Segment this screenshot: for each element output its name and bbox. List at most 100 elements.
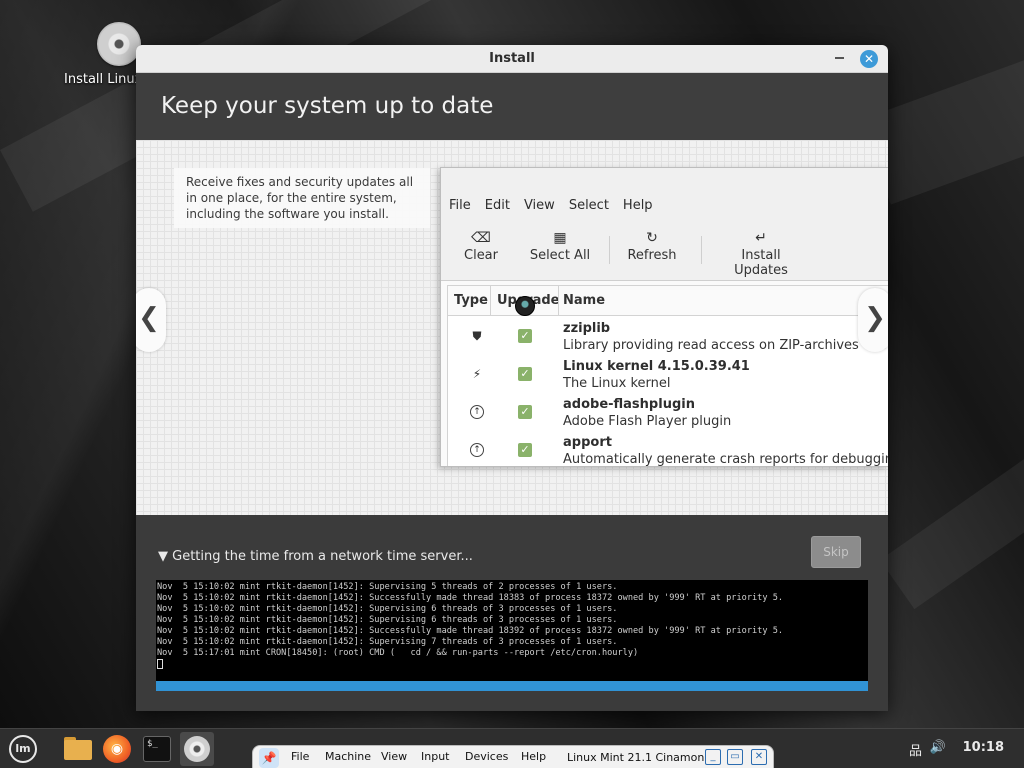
package-description: Adobe Flash Player plugin — [563, 414, 732, 429]
arrow-up-icon: ↑ — [470, 405, 484, 419]
clear-label: Clear — [464, 248, 498, 263]
minimize-icon[interactable] — [835, 57, 844, 59]
log-line: Nov 5 15:10:02 mint rtkit-daemon[1452]: … — [157, 626, 784, 636]
package-name: Linux kernel 4.15.0.39.41 — [563, 359, 750, 374]
vbox-menu-machine[interactable]: Machine — [325, 750, 371, 763]
firefox-icon: ◉ — [103, 735, 131, 763]
select-all-label: Select All — [529, 248, 591, 263]
package-name: apport — [563, 435, 612, 450]
install-updates-label: Install Updates — [734, 248, 788, 278]
taskbar: lm ◉ $_ 📌 File Machine View Input Device… — [0, 728, 1024, 768]
install-window-taskbar-button[interactable] — [180, 732, 214, 766]
background-streak — [880, 387, 1024, 610]
checkbox-checked-icon: ✓ — [518, 443, 532, 457]
network-icon[interactable]: 品 — [909, 740, 922, 759]
vm-title: Linux Mint 21.1 Cinamon — [567, 751, 705, 764]
package-description: Automatically generate crash reports for… — [563, 452, 888, 467]
toolbar-separator — [609, 236, 610, 264]
close-icon[interactable]: ✕ — [860, 50, 878, 68]
toolbar-separator — [701, 236, 702, 264]
page-title: Keep your system up to date — [136, 73, 888, 140]
window-title: Install — [489, 51, 535, 66]
disc-icon — [97, 22, 141, 66]
checkbox-checked-icon: ✓ — [518, 405, 532, 419]
log-line: Nov 5 15:10:02 mint rtkit-daemon[1452]: … — [157, 637, 618, 647]
table-row: ⚡ ✓ Linux kernel 4.15.0.39.41 The Linux … — [448, 355, 888, 393]
slide-description: Receive fixes and security updates all i… — [174, 168, 430, 228]
status-text: Getting the time from a network time ser… — [172, 549, 473, 564]
clear-tool: ⌫ Clear — [463, 228, 499, 263]
clock[interactable]: 10:18 — [963, 740, 1004, 755]
vbox-menu-view[interactable]: View — [381, 750, 407, 763]
vbox-menu-input[interactable]: Input — [421, 750, 449, 763]
terminal-launcher[interactable]: $_ — [140, 732, 174, 766]
status-expander[interactable]: ▼ Getting the time from a network time s… — [158, 549, 473, 564]
progress-area: ▼ Getting the time from a network time s… — [136, 515, 888, 711]
progress-bar — [156, 681, 868, 691]
column-separator — [490, 286, 491, 316]
column-name: Name — [563, 293, 606, 308]
column-separator — [558, 286, 559, 316]
checkbox-checked-icon: ✓ — [518, 329, 532, 343]
mint-logo-icon: lm — [9, 735, 37, 763]
virtualbox-minitoolbar: 📌 File Machine View Input Devices Help L… — [252, 745, 774, 768]
package-description: The Linux kernel — [563, 376, 671, 391]
update-manager-menubar: File Edit View Select Help — [449, 198, 667, 213]
window-titlebar[interactable]: Install ✕ — [136, 45, 888, 73]
slideshow: Receive fixes and security updates all i… — [136, 140, 888, 515]
restore-icon[interactable]: ▭ — [727, 749, 743, 765]
update-manager-toolbar: ⌫ Clear ▦ Select All ↻ Refresh ↵ Install… — [441, 228, 888, 278]
skip-button[interactable]: Skip — [811, 536, 861, 568]
select-all-icon: ▦ — [553, 230, 567, 246]
select-all-tool: ▦ Select All — [529, 228, 591, 263]
package-name: adobe-flashplugin — [563, 397, 695, 412]
terminal-icon: $_ — [143, 736, 171, 762]
package-description: Library providing read access on ZIP-arc… — [563, 338, 888, 353]
menu-select: Select — [568, 198, 609, 213]
checkbox-checked-icon: ✓ — [518, 367, 532, 381]
refresh-tool: ↻ Refresh — [627, 228, 677, 263]
mouse-cursor-icon — [515, 296, 535, 316]
disc-icon — [184, 736, 210, 762]
backspace-icon: ⌫ — [471, 230, 491, 246]
log-line: Nov 5 15:10:02 mint rtkit-daemon[1452]: … — [157, 593, 784, 603]
previous-slide-button[interactable]: ❮ — [136, 288, 166, 352]
refresh-icon: ↻ — [646, 230, 658, 246]
menu-view: View — [523, 198, 555, 213]
vbox-menu-devices[interactable]: Devices — [465, 750, 508, 763]
triangle-down-icon: ▼ — [158, 549, 168, 564]
firefox-launcher[interactable]: ◉ — [100, 732, 134, 766]
package-name: zziplib — [563, 321, 611, 336]
table-row: ↑ ✓ adobe-flashplugin Adobe Flash Player… — [448, 393, 888, 431]
table-row: ↑ ✓ apport Automatically generate crash … — [448, 431, 888, 467]
table-header: Type Upgrade Name — [448, 286, 888, 316]
menu-edit: Edit — [484, 198, 510, 213]
shield-icon: ⛊ — [472, 329, 482, 343]
pin-icon[interactable]: 📌 — [259, 748, 279, 768]
log-line: Nov 5 15:17:01 mint CRON[18450]: (root) … — [157, 648, 639, 658]
update-manager-screenshot: File Edit View Select Help ⌫ Clear ▦ Select … — [440, 167, 888, 467]
files-launcher[interactable] — [60, 732, 94, 766]
log-line: Nov 5 15:10:02 mint rtkit-daemon[1452]: … — [157, 582, 618, 592]
folder-icon — [64, 740, 92, 760]
log-line: Nov 5 15:10:02 mint rtkit-daemon[1452]: … — [157, 615, 618, 625]
bolt-icon: ⚡ — [472, 367, 482, 381]
vbox-menu-help[interactable]: Help — [521, 750, 546, 763]
mint-menu-button[interactable]: lm — [6, 732, 40, 766]
return-icon: ↵ — [755, 230, 767, 246]
menu-help: Help — [622, 198, 653, 213]
install-log: Nov 5 15:10:02 mint rtkit-daemon[1452]: … — [156, 580, 868, 691]
log-line: Nov 5 15:10:02 mint rtkit-daemon[1452]: … — [157, 604, 618, 614]
next-slide-button[interactable]: ❯ — [858, 288, 888, 352]
close-icon[interactable]: ✕ — [751, 749, 767, 765]
table-row: ⛊ ✓ zziplib Library providing read acces… — [448, 317, 888, 355]
install-updates-tool: ↵ Install Updates — [715, 228, 807, 278]
updates-table: Type Upgrade Name ⛊ ✓ zziplib Library pr… — [447, 285, 888, 467]
install-window: Install ✕ Keep your system up to date Re… — [136, 45, 888, 711]
column-type: Type — [454, 293, 488, 308]
menu-file: File — [449, 198, 471, 213]
arrow-up-icon: ↑ — [470, 443, 484, 457]
vbox-menu-file[interactable]: File — [291, 750, 309, 763]
minimize-icon[interactable]: _ — [705, 749, 721, 765]
volume-icon[interactable]: 🔊 — [930, 740, 946, 755]
